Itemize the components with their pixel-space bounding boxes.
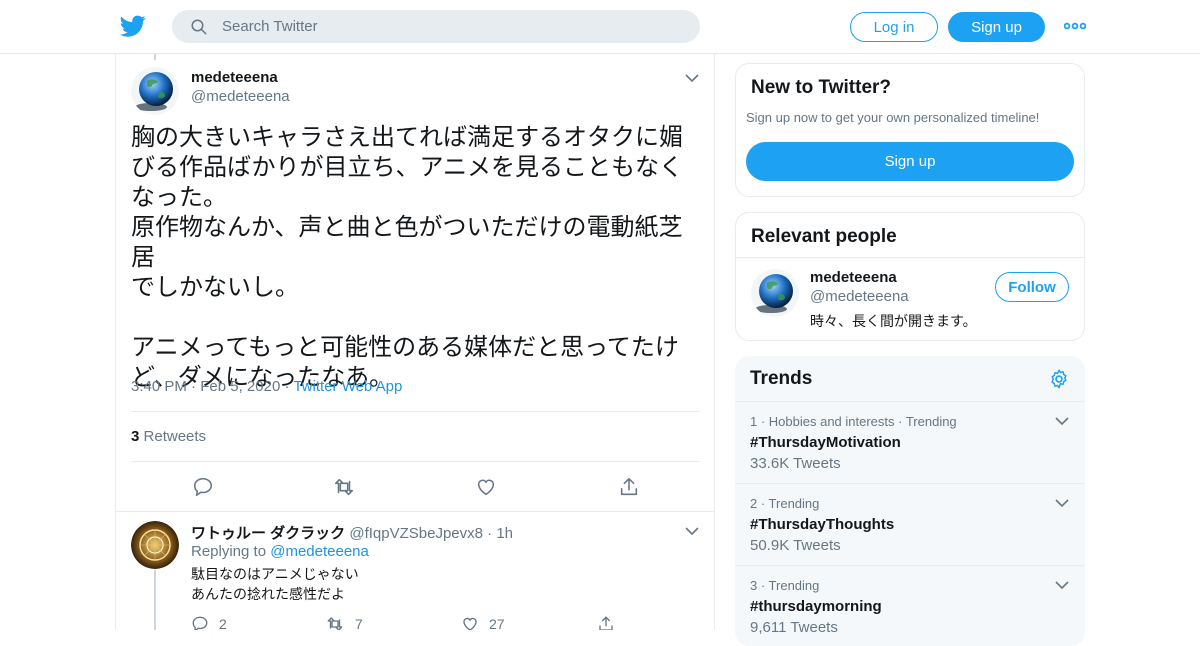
- new-to-twitter-subtitle: Sign up now to get your own personalized…: [746, 110, 1040, 125]
- reply-author-name[interactable]: ワトゥルー ダクラック: [191, 525, 345, 542]
- replying-to-mention[interactable]: @medeteeena: [270, 543, 369, 560]
- emblem-avatar-image: [131, 521, 179, 569]
- reply-like-count: 27: [489, 616, 505, 630]
- trend-meta: 1 · Hobbies and interests · Trending: [750, 414, 957, 429]
- divider: [736, 257, 1084, 258]
- search-box[interactable]: [172, 10, 700, 43]
- reply-retweet-count: 7: [355, 616, 363, 630]
- tweet-date[interactable]: Feb 5, 2020: [200, 378, 280, 395]
- trends-title: Trends: [750, 368, 813, 389]
- author-avatar[interactable]: [131, 67, 179, 115]
- chevron-down-icon[interactable]: [685, 526, 699, 536]
- thread-connector-line: [154, 54, 156, 60]
- reply-author-avatar[interactable]: [131, 521, 179, 569]
- tweet-timestamp: 3:40 PM · Feb 5, 2020 · Twitter Web App: [131, 378, 403, 395]
- trend-hashtag[interactable]: #ThursdayMotivation: [750, 434, 901, 451]
- share-icon: [599, 616, 613, 630]
- trend-tweet-count: 50.9K Tweets: [750, 537, 841, 554]
- reply-text: 駄目なのはアニメじゃない あんたの捻れた感性だよ: [191, 567, 359, 603]
- chevron-down-icon[interactable]: [1055, 580, 1069, 590]
- relevant-person-handle[interactable]: @medeteeena: [810, 288, 909, 305]
- new-to-twitter-card: New to Twitter? Sign up now to get your …: [735, 63, 1085, 197]
- search-icon: [191, 19, 207, 35]
- reply-time[interactable]: 1h: [496, 525, 513, 542]
- reply-count: 2: [219, 616, 227, 630]
- trend-tweet-count: 33.6K Tweets: [750, 455, 841, 472]
- sidebar-signup-button[interactable]: Sign up: [746, 142, 1074, 181]
- tweet-time[interactable]: 3:40 PM: [131, 378, 187, 395]
- trend-tweet-count: 9,611 Tweets: [750, 619, 838, 636]
- reply-action-like[interactable]: 27: [461, 615, 505, 630]
- trend-hashtag[interactable]: #ThursdayThoughts: [750, 516, 894, 533]
- follow-button[interactable]: Follow: [995, 272, 1069, 302]
- relevant-person-bio: 時々、長く間が開きます。: [810, 314, 977, 330]
- new-to-twitter-title: New to Twitter?: [751, 77, 892, 98]
- reply-author-handle[interactable]: @fIqpVZSbeJpevx8: [349, 525, 483, 542]
- trend-item[interactable]: 2 · Trending #ThursdayThoughts 50.9K Twe…: [735, 483, 1085, 565]
- trends-card: Trends 1 · Hobbies and interests · Trend…: [735, 356, 1085, 646]
- tweet-source-link[interactable]: Twitter Web App: [293, 378, 402, 395]
- relevant-people-title: Relevant people: [751, 226, 897, 247]
- retweet-label: Retweets: [143, 428, 207, 445]
- main-timeline-column: medeteeena @medeteeena 胸の大きいキャラさえ出てれば満足す…: [115, 54, 715, 630]
- globe-avatar-image: [751, 269, 799, 317]
- relevant-person-name[interactable]: medeteeena: [810, 269, 897, 286]
- replying-to: Replying to @medeteeena: [191, 543, 369, 560]
- retweet-icon[interactable]: [333, 476, 355, 498]
- trend-hashtag[interactable]: #thursdaymorning: [750, 598, 882, 615]
- retweet-icon: [327, 617, 343, 630]
- signup-button[interactable]: Sign up: [948, 12, 1045, 42]
- tweet-text: 胸の大きいキャラさえ出てれば満足するオタクに媚 びる作品ばかりが目立ち、アニメを…: [131, 123, 683, 391]
- chevron-down-icon[interactable]: [685, 73, 699, 83]
- globe-avatar-image: [131, 67, 179, 115]
- author-display-name[interactable]: medeteeena: [191, 69, 278, 86]
- divider: [116, 511, 714, 512]
- chevron-down-icon[interactable]: [1055, 416, 1069, 426]
- reply-action-retweet[interactable]: 7: [325, 615, 363, 630]
- relevant-person-avatar[interactable]: [751, 269, 799, 317]
- more-options-icon[interactable]: [1064, 20, 1086, 32]
- twitter-bird-icon[interactable]: [120, 13, 146, 39]
- share-icon[interactable]: [618, 476, 640, 498]
- author-handle[interactable]: @medeteeena: [191, 88, 290, 105]
- reply-icon[interactable]: [192, 476, 214, 498]
- chevron-down-icon[interactable]: [1055, 498, 1069, 508]
- reply-header: ワトゥルー ダクラック @fIqpVZSbeJpevx8 · 1h: [191, 525, 514, 542]
- top-navigation-bar: Log in Sign up: [0, 0, 1200, 54]
- relevant-people-card: Relevant people medeteeena @medeteeena 時…: [735, 212, 1085, 341]
- trend-meta: 3 · Trending: [750, 578, 820, 593]
- trend-meta: 2 · Trending: [750, 496, 820, 511]
- reply-action-reply[interactable]: 2: [191, 615, 227, 630]
- reply-icon: [192, 616, 208, 630]
- trend-item[interactable]: 3 · Trending #thursdaymorning 9,611 Twee…: [735, 565, 1085, 646]
- search-input[interactable]: [222, 10, 682, 43]
- thread-connector-line: [154, 570, 156, 630]
- trend-item[interactable]: 1 · Hobbies and interests · Trending #Th…: [735, 401, 1085, 483]
- retweet-stats[interactable]: 3 Retweets: [131, 428, 206, 445]
- reply-action-share[interactable]: [597, 615, 615, 630]
- retweet-count: 3: [131, 428, 140, 445]
- gear-icon[interactable]: [1048, 368, 1070, 390]
- like-heart-icon: [463, 617, 477, 630]
- login-button[interactable]: Log in: [850, 12, 938, 42]
- divider: [131, 411, 700, 412]
- like-heart-icon[interactable]: [475, 476, 497, 498]
- divider: [131, 461, 700, 462]
- replying-prefix: Replying to: [191, 543, 267, 560]
